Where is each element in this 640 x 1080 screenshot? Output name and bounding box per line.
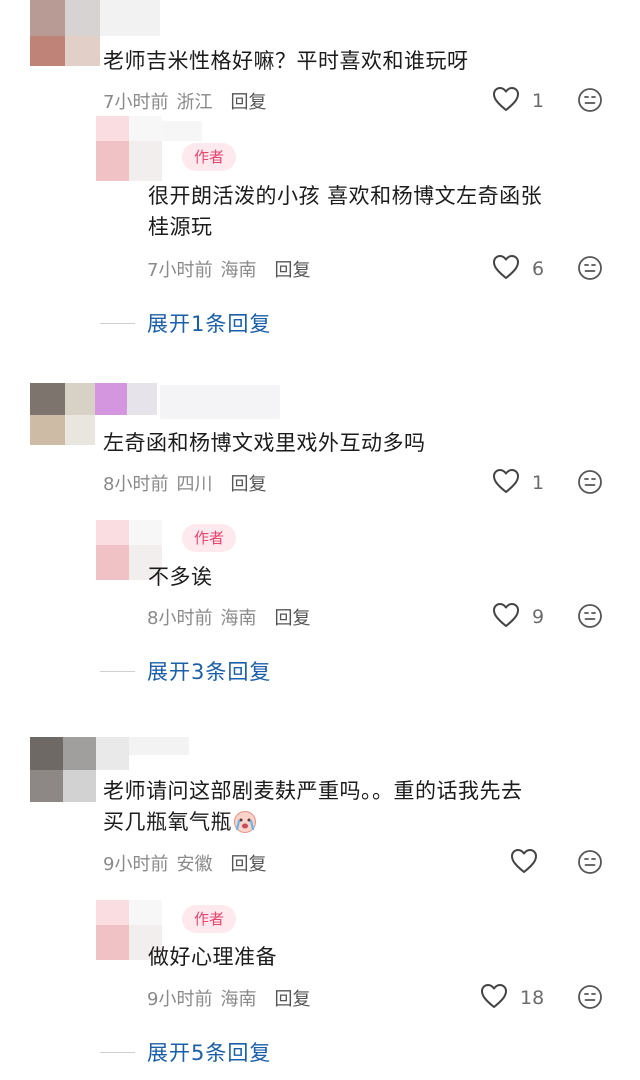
neutral-face-icon[interactable] [577,984,603,1010]
reply-location: 海南 [220,260,257,281]
comment-text: 左奇函和杨博文戏里戏外互动多吗 [103,431,426,455]
reply-avatar[interactable] [96,116,202,181]
author-badge: 作者 [182,524,237,552]
neutral-face-icon[interactable] [577,87,603,113]
heart-outline-icon [492,86,520,116]
reply-time: 9小时前 [147,989,213,1010]
reply-text: 不多诶 [148,565,213,589]
like-button[interactable]: 18 [480,983,544,1013]
comment-meta: 7小时前 浙江 回复 [103,88,266,114]
like-button[interactable] [510,848,538,878]
comment-location: 四川 [176,474,213,495]
reply-meta: 9小时前 海南 回复 [147,985,310,1011]
divider [100,670,135,672]
reply-meta: 7小时前 海南 回复 [147,256,310,282]
neutral-face-icon[interactable] [577,603,603,629]
heart-outline-icon [492,254,520,284]
comment-location: 浙江 [176,92,213,113]
reply-avatar[interactable] [96,900,162,960]
expand-replies-button[interactable]: 展开5条回复 [100,1037,271,1067]
username-blur [160,385,280,419]
reply-time: 8小时前 [147,608,213,629]
like-count: 1 [532,90,545,112]
expand-replies-label: 展开5条回复 [147,1041,272,1065]
like-button[interactable]: 6 [492,254,544,284]
reply-button[interactable]: 回复 [230,850,266,876]
avatar[interactable] [30,383,157,455]
like-count: 6 [532,258,545,280]
comment-text: 老师请问这部剧麦麸严重吗。。重的话我先去 买几瓶氧气瓶 [103,776,523,838]
expand-replies-button[interactable]: 展开3条回复 [100,656,271,686]
reply-button[interactable]: 回复 [230,88,266,114]
like-button[interactable]: 9 [492,602,544,632]
like-button[interactable]: 1 [492,86,544,116]
heart-outline-icon [510,848,538,878]
comment-time: 7小时前 [103,92,169,113]
reply-button[interactable]: 回复 [274,256,310,282]
comment-list: 老师吉米性格好嘛？平时喜欢和谁玩呀 7小时前 浙江 回复 1 作者 很开朗活泼的… [0,0,640,1080]
reply-button[interactable]: 回复 [230,470,266,496]
crying-face-emoji [232,808,258,834]
neutral-face-icon[interactable] [577,255,603,281]
expand-replies-button[interactable]: 展开1条回复 [100,308,271,338]
like-count: 1 [532,472,545,494]
avatar[interactable] [30,0,160,72]
divider [100,322,135,324]
comment-meta: 9小时前 安徽 回复 [103,850,266,876]
author-badge: 作者 [182,143,237,171]
reply-location: 海南 [220,608,257,629]
author-badge: 作者 [182,905,237,933]
reply-button[interactable]: 回复 [274,985,310,1011]
reply-location: 海南 [220,989,257,1010]
like-button[interactable]: 1 [492,468,544,498]
like-count: 9 [532,606,545,628]
reply-avatar[interactable] [96,520,162,580]
neutral-face-icon[interactable] [577,469,603,495]
comment-time: 8小时前 [103,474,169,495]
heart-outline-icon [492,602,520,632]
heart-outline-icon [492,468,520,498]
comment-location: 安徽 [176,854,213,875]
reply-time: 7小时前 [147,260,213,281]
comment-time: 9小时前 [103,854,169,875]
reply-text: 很开朗活泼的小孩 喜欢和杨博文左奇函张 桂源玩 [148,184,543,239]
reply-button[interactable]: 回复 [274,604,310,630]
heart-outline-icon [480,983,508,1013]
reply-text: 做好心理准备 [148,945,277,969]
like-count: 18 [520,987,545,1009]
comment-text-content: 老师请问这部剧麦麸严重吗。。重的话我先去 买几瓶氧气瓶 [103,779,523,834]
divider [100,1051,135,1053]
expand-replies-label: 展开3条回复 [147,660,272,684]
reply-meta: 8小时前 海南 回复 [147,604,310,630]
expand-replies-label: 展开1条回复 [147,312,272,336]
comment-meta: 8小时前 四川 回复 [103,470,266,496]
avatar[interactable] [30,737,189,809]
comment-text: 老师吉米性格好嘛？平时喜欢和谁玩呀 [103,49,469,73]
neutral-face-icon[interactable] [577,849,603,875]
